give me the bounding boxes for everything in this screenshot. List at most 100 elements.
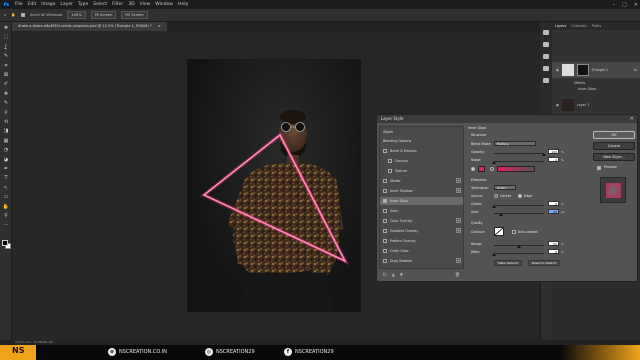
maximize-icon[interactable]: □ <box>622 2 627 8</box>
styles-header[interactable]: Styles <box>380 128 463 136</box>
size-slider-knob[interactable] <box>499 213 503 216</box>
menu-view[interactable]: View <box>140 2 151 7</box>
style-item-stroke[interactable]: Stroke + <box>380 177 463 185</box>
type-tool-icon[interactable]: T <box>2 175 10 182</box>
document-canvas[interactable] <box>187 59 361 312</box>
fx-indicator-icon[interactable]: fx <box>634 68 637 72</box>
lasso-tool-icon[interactable]: ʆ <box>2 44 10 51</box>
glow-color-swatch[interactable] <box>478 166 485 172</box>
tab-paths[interactable]: Paths <box>592 24 601 28</box>
hand-tool-icon[interactable]: ✋ <box>2 204 10 211</box>
frame-tool-icon[interactable]: ⊠ <box>2 72 10 79</box>
trash-icon[interactable]: 🗑 <box>455 272 460 277</box>
style-item-bevel-emboss[interactable]: Bevel & Emboss <box>380 147 463 155</box>
menu-file[interactable]: File <box>15 2 23 7</box>
blending-options-item[interactable]: Blending Options <box>380 137 463 145</box>
add-effect-icon[interactable]: + <box>456 228 461 233</box>
layer-name-triangle[interactable]: Triangle 1 <box>592 68 608 72</box>
opacity-input[interactable]: 100 <box>548 149 559 154</box>
close-icon[interactable]: ✕ <box>634 2 638 8</box>
pen-tool-icon[interactable]: ✒ <box>2 166 10 173</box>
menu-help[interactable]: Help <box>178 2 188 7</box>
minimize-icon[interactable]: – <box>613 2 616 8</box>
size-input[interactable]: 30 <box>548 209 559 214</box>
tab-layers[interactable]: Layers <box>555 24 566 28</box>
preview-checkbox[interactable] <box>597 166 601 170</box>
style-item-inner-shadow[interactable]: Inner Shadow + <box>380 187 463 195</box>
marquee-tool-icon[interactable]: ⬚ <box>2 34 10 41</box>
make-default-button[interactable]: Make Default <box>494 260 522 266</box>
layer-effect-inner-glow[interactable]: Inner Glow <box>552 86 640 92</box>
style-item-outer-glow[interactable]: Outer Glow <box>380 247 463 255</box>
style-item-contour[interactable]: Contour <box>380 157 463 165</box>
choke-input[interactable]: 0 <box>548 201 559 206</box>
crop-tool-icon[interactable]: ⌗ <box>2 63 10 70</box>
style-checkbox[interactable] <box>383 149 387 153</box>
style-item-inner-glow[interactable]: Inner Glow <box>380 197 463 205</box>
eraser-tool-icon[interactable]: ◨ <box>2 128 10 135</box>
gradient-tool-icon[interactable]: ▦ <box>2 138 10 145</box>
blend-mode-select[interactable]: Multiply <box>494 141 536 146</box>
style-checkbox[interactable] <box>383 259 387 263</box>
tab-channels[interactable]: Channels <box>571 24 587 28</box>
style-checkbox[interactable] <box>388 169 392 173</box>
style-item-satin[interactable]: Satin <box>380 207 463 215</box>
add-effect-icon[interactable]: + <box>456 258 461 263</box>
style-item-pattern-overlay[interactable]: Pattern Overlay <box>380 237 463 245</box>
new-style-button[interactable]: New Style... <box>593 153 635 161</box>
move-down-icon[interactable]: ▼ <box>400 272 403 277</box>
style-checkbox[interactable] <box>383 179 387 183</box>
style-checkbox[interactable] <box>383 209 387 213</box>
glow-gradient-swatch[interactable] <box>497 166 535 172</box>
add-effect-icon[interactable]: + <box>456 218 461 223</box>
menu-type[interactable]: Type <box>78 2 88 7</box>
document-tab[interactable]: drake-x-takes-e8a6f3f4-reheb-unsplash.ps… <box>12 22 167 31</box>
style-item-drop-shadow[interactable]: Drop Shadow + <box>380 257 463 265</box>
eyedropper-tool-icon[interactable]: ✐ <box>2 81 10 88</box>
technique-select[interactable]: Softer <box>494 185 516 190</box>
move-tool-icon[interactable]: ✥ <box>2 25 10 32</box>
range-slider-knob[interactable] <box>517 245 521 248</box>
source-center-radio[interactable] <box>494 194 498 198</box>
cancel-button[interactable]: Cancel <box>593 142 635 150</box>
layer-row-layer1[interactable]: ◉ Layer 1 <box>552 98 640 112</box>
menu-layer[interactable]: Layer <box>60 2 73 7</box>
visibility-eye-icon[interactable]: ◉ <box>556 103 559 107</box>
dodge-tool-icon[interactable]: ◕ <box>2 157 10 164</box>
noise-input[interactable]: 0 <box>548 157 559 162</box>
ok-button[interactable]: OK <box>593 131 635 139</box>
jitter-slider-knob[interactable] <box>492 253 496 256</box>
move-up-icon[interactable]: ▲ <box>392 272 395 277</box>
stamp-tool-icon[interactable]: ⚲ <box>2 110 10 117</box>
fx-icon[interactable]: fx <box>383 272 387 277</box>
style-checkbox[interactable] <box>383 249 387 253</box>
jitter-slider[interactable] <box>494 253 544 254</box>
style-item-color-overlay[interactable]: Color Overlay + <box>380 217 463 225</box>
opacity-slider[interactable] <box>494 153 544 154</box>
layer-name-layer1[interactable]: Layer 1 <box>577 103 589 107</box>
path-select-tool-icon[interactable]: ↖ <box>2 185 10 192</box>
zoom-tool-icon[interactable]: ⚲ <box>2 213 10 220</box>
range-input[interactable]: 50 <box>548 241 559 246</box>
foreground-color-swatch[interactable] <box>2 240 8 246</box>
healing-tool-icon[interactable]: ✚ <box>2 91 10 98</box>
gradient-radio[interactable] <box>490 167 494 171</box>
style-checkbox[interactable] <box>383 189 387 193</box>
solid-color-radio[interactable] <box>471 167 475 171</box>
choke-slider-knob[interactable] <box>492 205 496 208</box>
style-checkbox[interactable] <box>383 239 387 243</box>
style-checkbox[interactable] <box>383 199 387 203</box>
brush-tool-icon[interactable]: ✎ <box>2 100 10 107</box>
contour-picker[interactable] <box>494 227 504 236</box>
scroll-all-checkbox[interactable] <box>20 13 25 17</box>
style-checkbox[interactable] <box>383 229 387 233</box>
menu-select[interactable]: Select <box>93 2 107 7</box>
hand-tool-icon[interactable]: ✋ <box>11 13 15 17</box>
style-item-texture[interactable]: Texture <box>380 167 463 175</box>
reset-default-button[interactable]: Reset to Default <box>528 260 561 266</box>
zoom-100-button[interactable]: 100% <box>67 11 86 19</box>
menu-filter[interactable]: Filter <box>112 2 123 7</box>
add-effect-icon[interactable]: + <box>456 178 461 183</box>
visibility-eye-icon[interactable]: ◉ <box>556 68 559 72</box>
history-brush-tool-icon[interactable]: ⟲ <box>2 119 10 126</box>
